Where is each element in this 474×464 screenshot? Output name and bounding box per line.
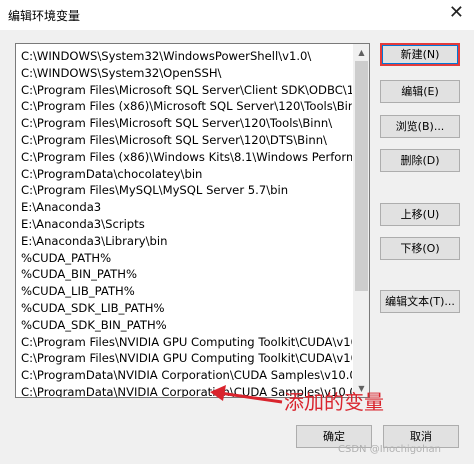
list-item[interactable]: C:\Program Files\NVIDIA GPU Computing To… <box>20 349 352 367</box>
list-item[interactable]: C:\Program Files\MySQL\MySQL Server 5.7\… <box>20 181 352 199</box>
list-item[interactable]: E:\Anaconda3 <box>20 198 352 216</box>
scroll-thumb[interactable] <box>355 61 368 291</box>
list-item[interactable]: %CUDA_BIN_PATH% <box>20 265 352 283</box>
list-item[interactable]: C:\Program Files\Microsoft SQL Server\12… <box>20 131 352 149</box>
vertical-scrollbar[interactable]: ▲ ▼ <box>353 44 369 397</box>
list-item[interactable]: C:\ProgramData\NVIDIA Corporation\CUDA S… <box>20 366 352 384</box>
window-title: 编辑环境变量 <box>8 9 81 23</box>
path-list: C:\WINDOWS\System32\WindowsPowerShell\v1… <box>16 44 353 397</box>
path-listbox[interactable]: C:\WINDOWS\System32\WindowsPowerShell\v1… <box>15 43 370 398</box>
edit-text-button[interactable]: 编辑文本(T)... <box>380 290 460 313</box>
edit-button[interactable]: 编辑(E) <box>380 80 460 103</box>
list-item[interactable]: C:\Program Files\Microsoft SQL Server\12… <box>20 114 352 132</box>
watermark: CSDN @Inochigohan <box>338 444 441 455</box>
annotation-arrow-icon <box>210 385 283 404</box>
list-item[interactable]: %CUDA_SDK_LIB_PATH% <box>20 299 352 317</box>
new-button[interactable]: 新建(N) <box>380 43 460 66</box>
list-item[interactable]: C:\ProgramData\chocolatey\bin <box>20 165 352 183</box>
close-icon[interactable]: ✕ <box>449 4 464 22</box>
scroll-up-icon[interactable]: ▲ <box>353 44 369 61</box>
list-item[interactable]: C:\Program Files\Microsoft SQL Server\Cl… <box>20 81 352 99</box>
move-down-button[interactable]: 下移(O) <box>380 237 460 260</box>
annotation-label: 添加的变量 <box>284 390 384 414</box>
list-item[interactable]: C:\Program Files\NVIDIA GPU Computing To… <box>20 333 352 351</box>
list-item[interactable]: E:\Anaconda3\Library\bin <box>20 232 352 250</box>
browse-button[interactable]: 浏览(B)... <box>380 115 460 138</box>
list-item[interactable]: E:\Anaconda3\Scripts <box>20 215 352 233</box>
list-item[interactable]: C:\WINDOWS\System32\WindowsPowerShell\v1… <box>20 47 352 65</box>
list-item[interactable]: C:\Program Files (x86)\Microsoft SQL Ser… <box>20 97 352 115</box>
list-item[interactable]: %CUDA_LIB_PATH% <box>20 282 352 300</box>
list-item[interactable]: C:\WINDOWS\System32\OpenSSH\ <box>20 64 352 82</box>
title-bar: 编辑环境变量 ✕ <box>0 0 474 30</box>
list-item[interactable]: %CUDA_SDK_BIN_PATH% <box>20 316 352 334</box>
delete-button[interactable]: 删除(D) <box>380 149 460 172</box>
move-up-button[interactable]: 上移(U) <box>380 203 460 226</box>
list-item[interactable]: %CUDA_PATH% <box>20 249 352 267</box>
list-item[interactable]: C:\Program Files (x86)\Windows Kits\8.1\… <box>20 148 352 166</box>
